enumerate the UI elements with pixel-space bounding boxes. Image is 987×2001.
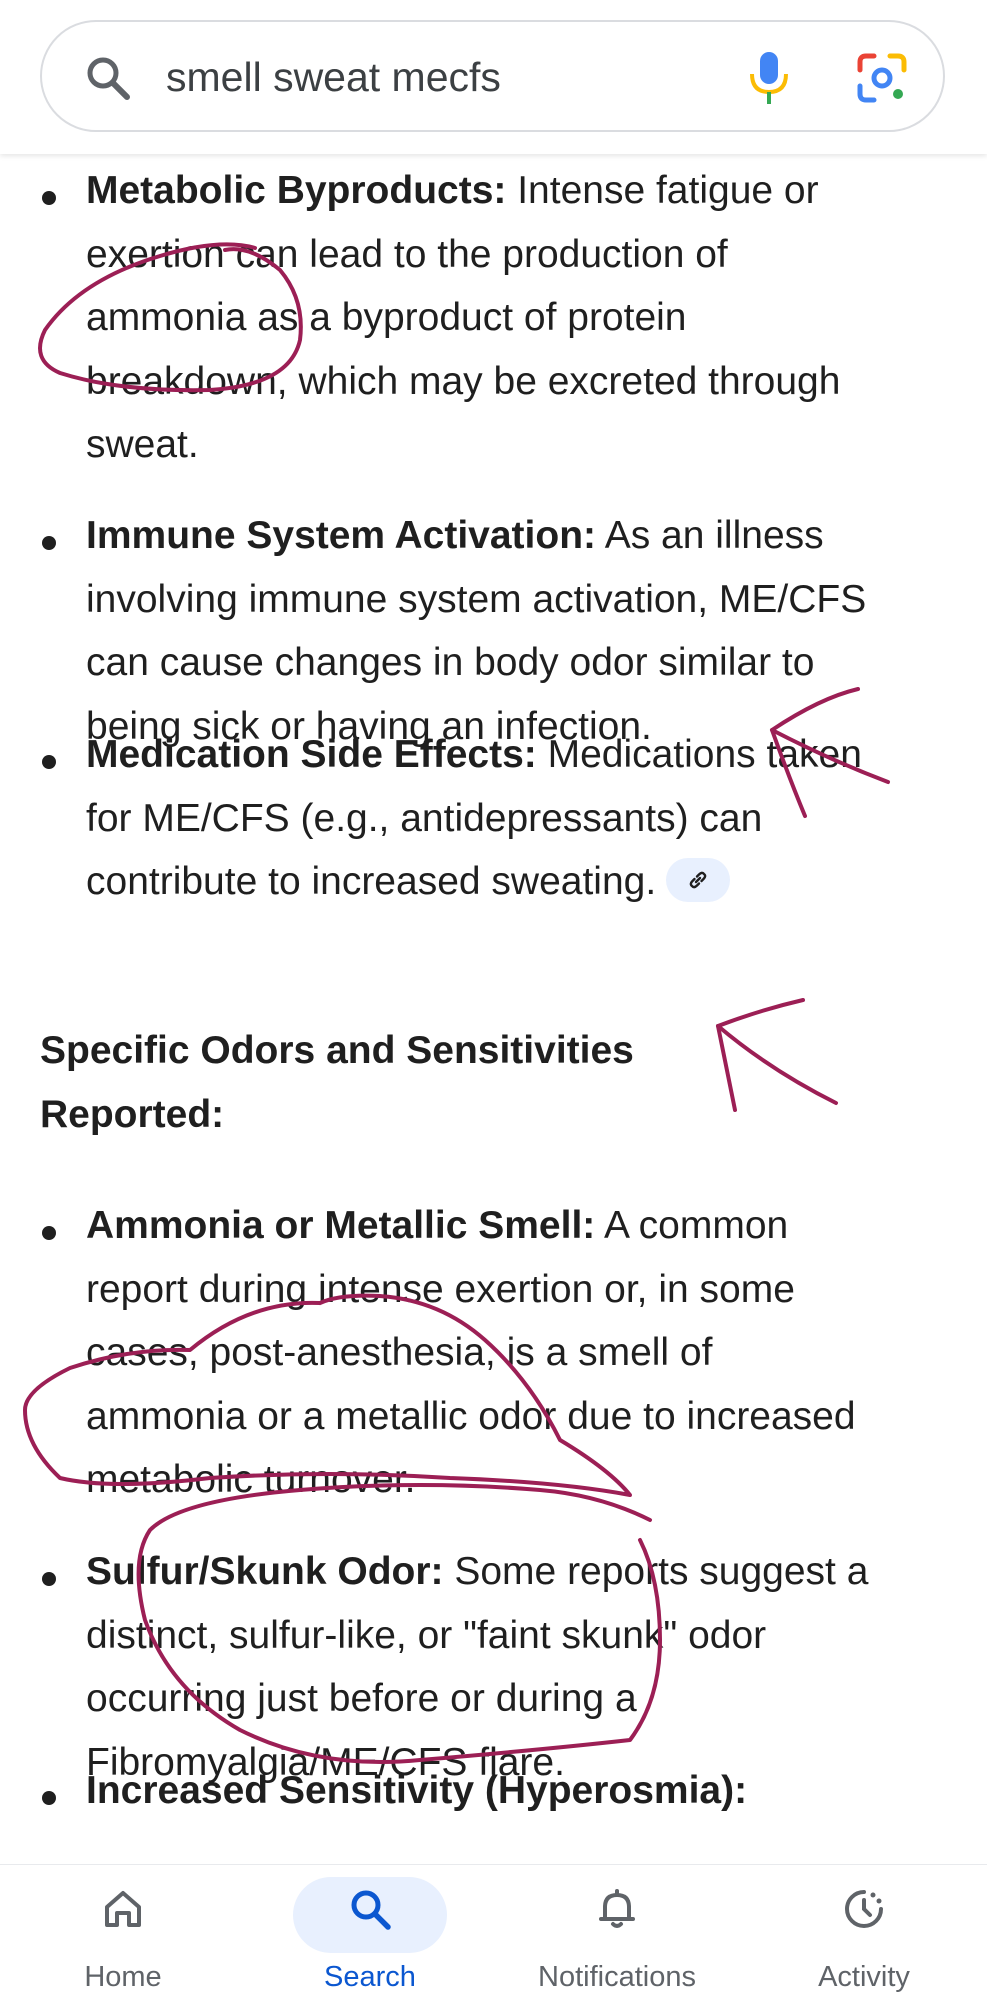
item-line: metabolic turnover. — [86, 1458, 416, 1501]
list-item-text: Medication Side Effects: Medications tak… — [86, 723, 946, 914]
item-title: Metabolic Byproducts: — [86, 169, 507, 212]
bullet — [42, 755, 56, 769]
section-heading: Specific Odors and Sensitivities Reporte… — [40, 1019, 740, 1146]
list-item-text: Sulfur/Skunk Odor: Some reports suggest … — [86, 1540, 946, 1794]
section-heading-line: Specific Odors and Sensitivities — [40, 1029, 634, 1072]
list-item-text: Immune System Activation: As an illness … — [86, 504, 946, 758]
bullet — [42, 1226, 56, 1240]
nav-notifications[interactable]: Notifications — [517, 1865, 717, 2001]
item-line: ammonia or a metallic odor due to increa… — [86, 1394, 856, 1438]
item-line: for ME/CFS (e.g., antidepressants) can — [86, 796, 763, 840]
source-link-chip[interactable] — [666, 857, 731, 902]
nav-home[interactable]: Home — [23, 1865, 223, 2001]
lens-icon[interactable] — [856, 52, 908, 104]
item-line: distinct, sulfur-like, or "faint skunk" … — [86, 1613, 767, 1657]
item-line: As an illness — [596, 514, 824, 557]
item-line: contribute to increased sweating. — [86, 860, 657, 903]
bullet — [42, 191, 56, 205]
item-line: report during intense exertion or, in so… — [86, 1267, 795, 1311]
item-title: Ammonia or Metallic Smell: — [86, 1204, 596, 1247]
nav-search[interactable]: Search — [270, 1865, 470, 2001]
search-header: smell sweat mecfs — [0, 0, 987, 154]
link-icon — [689, 871, 707, 889]
list-item-text: Ammonia or Metallic Smell: A common repo… — [86, 1194, 946, 1512]
section-heading-line: Reported: — [40, 1092, 225, 1136]
item-line: A common — [595, 1204, 789, 1247]
search-input[interactable]: smell sweat mecfs — [166, 52, 501, 102]
nav-search-label: Search — [324, 1961, 416, 1993]
bullet — [42, 1791, 56, 1805]
home-icon — [101, 1887, 145, 1931]
nav-notifications-label: Notifications — [538, 1961, 696, 1993]
item-title: Increased Sensitivity (Hyperosmia): — [86, 1769, 748, 1812]
item-line: cases, post-anesthesia, is a smell of — [86, 1331, 713, 1374]
nav-activity-label: Activity — [818, 1961, 910, 1993]
item-line: can cause changes in body odor similar t… — [86, 641, 815, 684]
item-line: ammonia as a byproduct of protein — [86, 296, 687, 339]
bullet — [42, 1572, 56, 1586]
item-line: occurring just before or during a — [86, 1677, 637, 1720]
item-line: breakdown, which may be excreted through — [86, 359, 841, 403]
item-line: involving immune system activation, ME/C… — [86, 577, 867, 621]
bullet — [42, 536, 56, 550]
activity-icon — [842, 1887, 886, 1931]
search-icon — [348, 1887, 392, 1931]
item-line: Medications taken — [536, 733, 862, 776]
search-icon[interactable] — [84, 54, 132, 102]
list-item-text: Metabolic Byproducts: Intense fatigue or… — [86, 159, 946, 477]
list-item-text: Increased Sensitivity (Hyperosmia): — [86, 1759, 946, 1823]
bell-icon — [595, 1887, 639, 1931]
ai-overview-content: Metabolic Byproducts: Intense fatigue or… — [0, 154, 987, 1864]
item-title: Immune System Activation: — [86, 514, 597, 557]
search-bar[interactable]: smell sweat mecfs — [40, 20, 945, 132]
nav-home-label: Home — [84, 1961, 162, 1993]
item-line: Intense fatigue or — [506, 169, 819, 212]
item-title: Sulfur/Skunk Odor: — [86, 1550, 444, 1593]
item-line: exertion can lead to the production of — [86, 232, 728, 276]
item-line: Some reports suggest a — [443, 1550, 869, 1593]
bottom-navigation: Home Search Notifications Activity — [0, 1864, 987, 2001]
item-line: sweat. — [86, 423, 199, 466]
item-title: Medication Side Effects: — [86, 733, 537, 776]
mic-icon[interactable] — [747, 50, 791, 106]
nav-activity[interactable]: Activity — [764, 1865, 964, 2001]
